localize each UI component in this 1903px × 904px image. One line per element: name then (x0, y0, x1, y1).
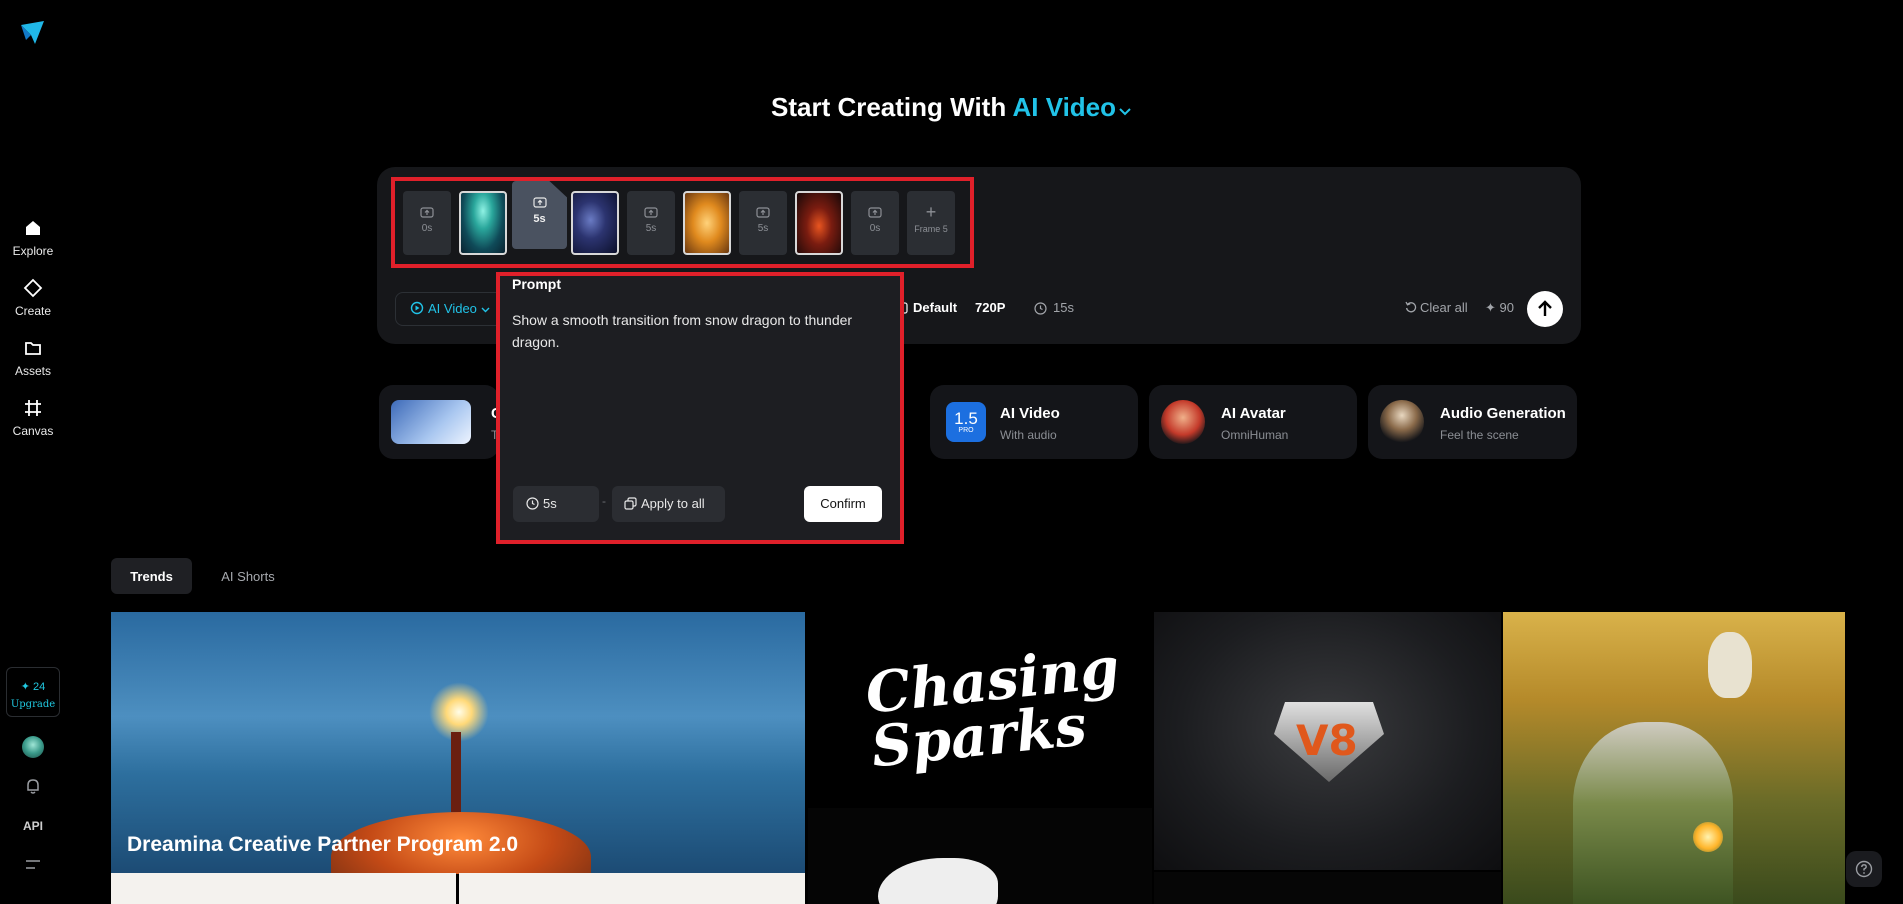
folder-icon (25, 342, 41, 355)
feature-title: AI Avatar (1221, 405, 1286, 422)
owl-shape (1708, 632, 1752, 698)
feature-subtitle: With audio (1000, 428, 1057, 442)
upgrade-link[interactable]: Upgrade (7, 699, 59, 710)
gallery-tile-chasing-sparks[interactable]: Chasing Sparks (808, 612, 1152, 806)
gallery-tile[interactable] (459, 873, 805, 904)
resolution-value[interactable]: 720P (975, 300, 1005, 315)
separator: - (602, 494, 606, 508)
gallery-tile[interactable] (111, 873, 456, 904)
menu-icon[interactable] (25, 858, 41, 872)
mode-dropdown-label: AI Video (1012, 92, 1117, 122)
microphone-thumbnail (1380, 400, 1424, 444)
reset-icon (1405, 301, 1417, 313)
mode-dropdown[interactable]: AI Video (1012, 92, 1132, 122)
gallery-tile-v8[interactable]: V8 (1154, 612, 1501, 870)
dreamina-logo[interactable] (18, 18, 48, 48)
home-icon (26, 221, 40, 235)
avatar[interactable] (22, 736, 44, 758)
question-icon (1855, 860, 1873, 878)
page-title: Start Creating With AI Video (0, 92, 1903, 123)
copy-icon (624, 497, 637, 510)
chevron-down-icon (1119, 108, 1131, 116)
video-mode-icon (410, 301, 424, 315)
total-duration-value[interactable]: 15s (1053, 300, 1074, 315)
gallery-tile-partner-program[interactable]: Dreamina Creative Partner Program 2.0 (111, 612, 805, 874)
aspect-ratio-value[interactable]: Default (913, 300, 957, 315)
nav-create[interactable]: Create (0, 278, 66, 320)
frames-highlight-box (391, 177, 974, 268)
diamond-icon (23, 278, 43, 298)
tab-ai-shorts[interactable]: AI Shorts (206, 558, 290, 594)
clock-icon (526, 497, 539, 510)
wizard-shape (1573, 722, 1733, 904)
version-number: 1.5 (954, 409, 978, 428)
tab-trends[interactable]: Trends (111, 558, 192, 594)
feature-thumbnail (391, 400, 471, 444)
credits-count: ✦ 24 (20, 681, 46, 693)
apply-to-all-label: Apply to all (641, 496, 705, 511)
help-button[interactable] (1846, 851, 1882, 887)
paint-splash (878, 858, 998, 904)
confirm-button[interactable]: Confirm (804, 486, 882, 522)
nav-assets[interactable]: Assets (0, 338, 66, 380)
credits-upgrade-box[interactable]: ✦ 24 Upgrade (6, 667, 60, 717)
frame-duration-value: 5s (543, 496, 557, 511)
nav-canvas[interactable]: Canvas (0, 398, 66, 440)
v8-badge: V8 (1274, 702, 1384, 782)
version-tier: PRO (958, 427, 974, 434)
feature-card-ai-video[interactable]: 1.5 PRO AI Video With audio (930, 385, 1138, 459)
nav-create-label: Create (14, 304, 52, 318)
feature-subtitle: OmniHuman (1221, 428, 1289, 442)
prompt-textarea[interactable]: Show a smooth transition from snow drago… (512, 309, 888, 353)
nav-assets-label: Assets (14, 364, 51, 378)
mode-selector-label: AI Video (428, 301, 477, 316)
apply-to-all-button[interactable]: Apply to all (612, 486, 725, 522)
hash-frame-icon (25, 400, 41, 416)
gallery-tile-wizard[interactable] (1503, 612, 1845, 904)
clear-all-label: Clear all (1420, 300, 1468, 315)
gallery-tile-splash[interactable] (808, 808, 1152, 904)
feature-card-image[interactable]: C T (379, 385, 502, 459)
sidebar: Explore Create Assets Canvas ✦ 24 Upgrad… (0, 0, 66, 904)
gallery-tile[interactable] (1154, 872, 1501, 904)
nav-canvas-label: Canvas (12, 424, 54, 438)
prompt-title: Prompt (512, 276, 561, 292)
ai-video-version-badge: 1.5 PRO (946, 402, 986, 442)
api-link[interactable]: API (0, 819, 66, 833)
nav-explore-label: Explore (12, 244, 54, 258)
frame-duration-selector[interactable]: 5s (513, 486, 599, 522)
feature-card-ai-avatar[interactable]: AI Avatar OmniHuman (1149, 385, 1357, 459)
partner-program-caption: Dreamina Creative Partner Program 2.0 (127, 833, 519, 856)
clock-icon (1034, 302, 1047, 315)
feature-title: AI Video (1000, 405, 1060, 422)
arrow-up-icon (1538, 300, 1552, 316)
generate-button[interactable] (1527, 291, 1563, 327)
glowing-orb (1693, 822, 1723, 852)
credit-cost: ✦ 90 (1485, 300, 1514, 315)
clear-all-button[interactable]: Clear all (1405, 300, 1468, 315)
bell-icon[interactable] (24, 777, 42, 795)
feature-subtitle: Feel the scene (1440, 428, 1519, 442)
avatar-thumbnail (1161, 400, 1205, 444)
feature-title: Audio Generation (1440, 405, 1566, 422)
nav-explore[interactable]: Explore (0, 218, 66, 260)
figure-silhouette (451, 732, 461, 812)
feature-card-audio-generation[interactable]: Audio Generation Feel the scene (1368, 385, 1577, 459)
v8-text: V8 (1296, 716, 1358, 765)
chasing-sparks-text: Chasing Sparks (862, 634, 1123, 781)
chevron-down-icon (481, 307, 490, 313)
title-prefix: Start Creating With (770, 92, 1007, 122)
mode-selector-button[interactable]: AI Video (395, 292, 505, 326)
